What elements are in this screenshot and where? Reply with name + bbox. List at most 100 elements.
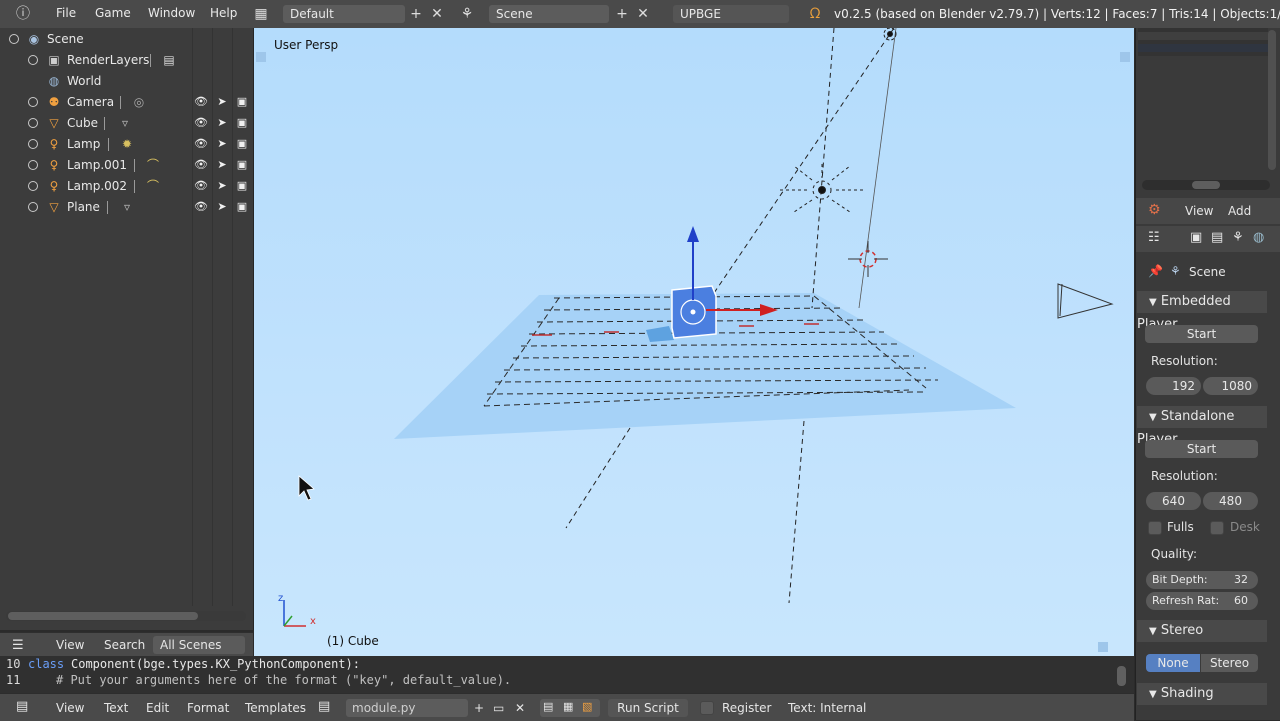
outliner-view-menu[interactable]: View <box>56 638 84 652</box>
renderable-camera-icon[interactable]: ▣ <box>235 157 249 173</box>
expand-toggle[interactable] <box>28 118 38 128</box>
menu-edit[interactable]: Edit <box>146 701 169 715</box>
menu-add[interactable]: Add <box>1228 204 1251 218</box>
outliner-item-world[interactable]: ◍ World <box>0 71 253 92</box>
expand-toggle[interactable] <box>28 139 38 149</box>
expand-toggle[interactable] <box>28 160 38 170</box>
expand-toggle[interactable] <box>28 202 38 212</box>
visibility-eye-icon[interactable]: 👁 <box>194 199 208 215</box>
remove-scene-icon[interactable]: ✕ <box>634 5 652 23</box>
expand-toggle[interactable] <box>28 97 38 107</box>
visibility-eye-icon[interactable]: 👁 <box>194 157 208 173</box>
standalone-resolution-y-field[interactable]: 480 <box>1203 492 1258 510</box>
outliner-item-plane[interactable]: ▽ Plane ▿ 👁 ➤ ▣ <box>0 197 253 218</box>
3d-viewport[interactable]: z x <box>254 28 1134 656</box>
outliner-item-renderlayers[interactable]: ▣ RenderLayers ▤ <box>0 50 253 71</box>
renderable-camera-icon[interactable]: ▣ <box>235 115 249 131</box>
menu-text[interactable]: Text <box>104 701 128 715</box>
properties-scrollbar-vertical[interactable] <box>1268 30 1276 170</box>
render-layers-tab-icon[interactable]: ▤ <box>1211 230 1223 245</box>
renderable-camera-icon[interactable]: ▣ <box>235 178 249 194</box>
embedded-resolution-y-field[interactable]: 1080 <box>1203 377 1258 395</box>
expand-toggle[interactable] <box>28 55 38 65</box>
renderable-camera-icon[interactable]: ▣ <box>235 136 249 152</box>
lamp-001-object[interactable] <box>780 164 864 213</box>
render-tab-icon[interactable]: ▣ <box>1190 230 1202 245</box>
expand-toggle[interactable] <box>28 181 38 191</box>
area-split-widget[interactable] <box>1098 642 1108 652</box>
outliner-item-lamp-001[interactable]: ♀ Lamp.001 ⌒ 👁 ➤ ▣ <box>0 155 253 176</box>
stereo-stereo-button[interactable]: Stereo <box>1201 654 1258 672</box>
info-icon[interactable]: ⓘ <box>14 5 32 23</box>
visibility-eye-icon[interactable]: 👁 <box>194 115 208 131</box>
add-scene-icon[interactable]: + <box>613 5 631 23</box>
collapse-toggle[interactable] <box>9 34 19 44</box>
display-mode-select[interactable]: All Scenes <box>153 636 245 654</box>
camera-object[interactable] <box>1057 283 1114 319</box>
text-datablock-field[interactable]: module.py <box>346 699 468 717</box>
scene-field[interactable]: Scene <box>489 5 609 23</box>
outliner-item-camera[interactable]: ⚉ Camera ◎ 👁 ➤ ▣ <box>0 92 253 113</box>
area-split-widget[interactable] <box>1120 52 1130 62</box>
refresh-rate-field[interactable]: Refresh Rat: 60 <box>1146 592 1258 610</box>
menu-file[interactable]: File <box>56 6 76 20</box>
selectable-cursor-icon[interactable]: ➤ <box>215 136 229 152</box>
new-text-icon[interactable]: + <box>474 701 484 715</box>
selectable-cursor-icon[interactable]: ➤ <box>215 157 229 173</box>
menu-format[interactable]: Format <box>187 701 229 715</box>
stereo-none-button[interactable]: None <box>1146 654 1200 672</box>
remove-screen-icon[interactable]: ✕ <box>428 5 446 23</box>
z-manipulator-arrow[interactable] <box>687 226 699 242</box>
desktop-checkbox[interactable] <box>1210 521 1224 535</box>
outliner-item-lamp[interactable]: ♀ Lamp ✹ 👁 ➤ ▣ <box>0 134 253 155</box>
standalone-player-panel-header[interactable]: ▼ Standalone Player <box>1137 406 1267 447</box>
properties-editor-icon[interactable]: ☷ <box>1148 230 1160 245</box>
outliner-scene-row[interactable]: ◉ Scene <box>0 29 253 50</box>
embedded-resolution-x-field[interactable]: 192 <box>1146 377 1201 395</box>
embedded-start-button[interactable]: Start <box>1145 325 1258 343</box>
unlink-text-icon[interactable]: ✕ <box>515 701 525 715</box>
open-text-icon[interactable]: ▭ <box>493 701 504 715</box>
visibility-eye-icon[interactable]: 👁 <box>194 94 208 110</box>
fullscreen-checkbox[interactable] <box>1148 521 1162 535</box>
shading-panel-header[interactable]: ▼ Shading <box>1137 683 1267 705</box>
area-split-widget[interactable] <box>256 52 266 62</box>
outliner-item-lamp-002[interactable]: ♀ Lamp.002 ⌒ 👁 ➤ ▣ <box>0 176 253 197</box>
render-engine-select[interactable]: UPBGE <box>673 5 789 23</box>
menu-game[interactable]: Game <box>95 6 131 20</box>
menu-help[interactable]: Help <box>210 6 237 20</box>
outliner-item-cube[interactable]: ▽ Cube ▿ 👁 ➤ ▣ <box>0 113 253 134</box>
embedded-player-panel-header[interactable]: ▼ Embedded Player <box>1137 291 1267 332</box>
selectable-cursor-icon[interactable]: ➤ <box>215 115 229 131</box>
renderable-camera-icon[interactable]: ▣ <box>235 199 249 215</box>
visibility-eye-icon[interactable]: 👁 <box>194 178 208 194</box>
standalone-start-button[interactable]: Start <box>1145 440 1258 458</box>
screen-layout-field[interactable]: Default <box>283 5 405 23</box>
pin-icon[interactable]: 📌 <box>1148 264 1163 278</box>
stereo-panel-header[interactable]: ▼ Stereo <box>1137 620 1267 642</box>
selectable-cursor-icon[interactable]: ➤ <box>215 178 229 194</box>
text-datablock-icon[interactable]: ▤ <box>318 699 330 714</box>
menu-view[interactable]: View <box>56 701 84 715</box>
scene-icon[interactable]: ⚘ <box>458 5 476 23</box>
renderable-camera-icon[interactable]: ▣ <box>235 94 249 110</box>
text-editor-scrollbar[interactable] <box>1117 666 1126 686</box>
world-tab-icon[interactable]: ◍ <box>1253 230 1264 245</box>
lamp-002-object[interactable] <box>883 28 897 41</box>
syntax-highlight-toggle-icon[interactable]: ▧ <box>582 700 592 713</box>
scene-tab-icon[interactable]: ⚘ <box>1232 230 1244 245</box>
editor-type-icon[interactable]: ▤ <box>16 699 28 714</box>
menu-window[interactable]: Window <box>148 6 195 20</box>
selectable-cursor-icon[interactable]: ➤ <box>215 94 229 110</box>
menu-view[interactable]: View <box>1185 204 1213 218</box>
run-script-button[interactable]: Run Script <box>608 699 688 717</box>
bit-depth-field[interactable]: Bit Depth: 32 <box>1146 571 1258 589</box>
properties-scrollbar[interactable] <box>1192 181 1220 189</box>
visibility-eye-icon[interactable]: 👁 <box>194 136 208 152</box>
register-checkbox[interactable] <box>700 701 714 715</box>
selectable-cursor-icon[interactable]: ➤ <box>215 199 229 215</box>
line-numbers-toggle-icon[interactable]: ▤ <box>543 700 553 713</box>
outliner-search-menu[interactable]: Search <box>104 638 145 652</box>
logic-editor-icon[interactable]: ⚙ <box>1148 202 1161 218</box>
outliner-scrollbar[interactable] <box>8 612 198 620</box>
